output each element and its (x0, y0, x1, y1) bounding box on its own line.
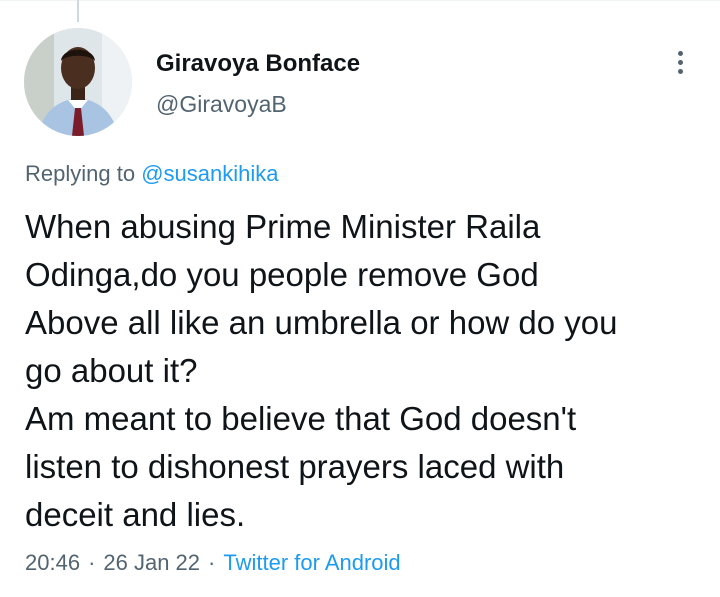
author-block[interactable]: Giravoya Bonface @GiravoyaB (156, 50, 360, 118)
tweet-metadata: 20:46 · 26 Jan 22 · Twitter for Android (25, 549, 401, 577)
tweet-source-link[interactable]: Twitter for Android (223, 550, 400, 575)
avatar[interactable] (24, 28, 132, 136)
thread-connector-line (77, 0, 79, 22)
avatar-image (24, 28, 132, 136)
more-vertical-icon-dot (677, 59, 683, 65)
more-vertical-icon-dot (677, 68, 683, 74)
tweet-date[interactable]: 26 Jan 22 (103, 550, 200, 575)
replying-to: Replying to @susankihika (25, 160, 279, 188)
tweet-text-line: Odinga,do you people remove God (25, 256, 539, 293)
tweet-time[interactable]: 20:46 (25, 550, 80, 575)
tweet-text-line: Am meant to believe that God doesn't (25, 400, 577, 437)
tweet-text-line: go about it? (25, 352, 198, 389)
author-handle[interactable]: @GiravoyaB (156, 90, 360, 118)
tweet-text-line: deceit and lies. (25, 496, 246, 533)
meta-separator: · (208, 550, 216, 575)
tweet-text-line: listen to dishonest prayers laced with (25, 448, 565, 485)
replying-to-mention[interactable]: @susankihika (141, 161, 278, 186)
author-display-name[interactable]: Giravoya Bonface (156, 50, 360, 78)
more-options-button[interactable] (664, 46, 696, 78)
top-divider (0, 0, 720, 1)
tweet-text: When abusing Prime Minister Raila Odinga… (25, 203, 695, 539)
tweet-text-line: Above all like an umbrella or how do you (25, 304, 618, 341)
tweet-text-line: When abusing Prime Minister Raila (25, 208, 541, 245)
more-vertical-icon (677, 50, 683, 56)
meta-separator: · (88, 550, 96, 575)
replying-prefix: Replying to (25, 161, 136, 186)
